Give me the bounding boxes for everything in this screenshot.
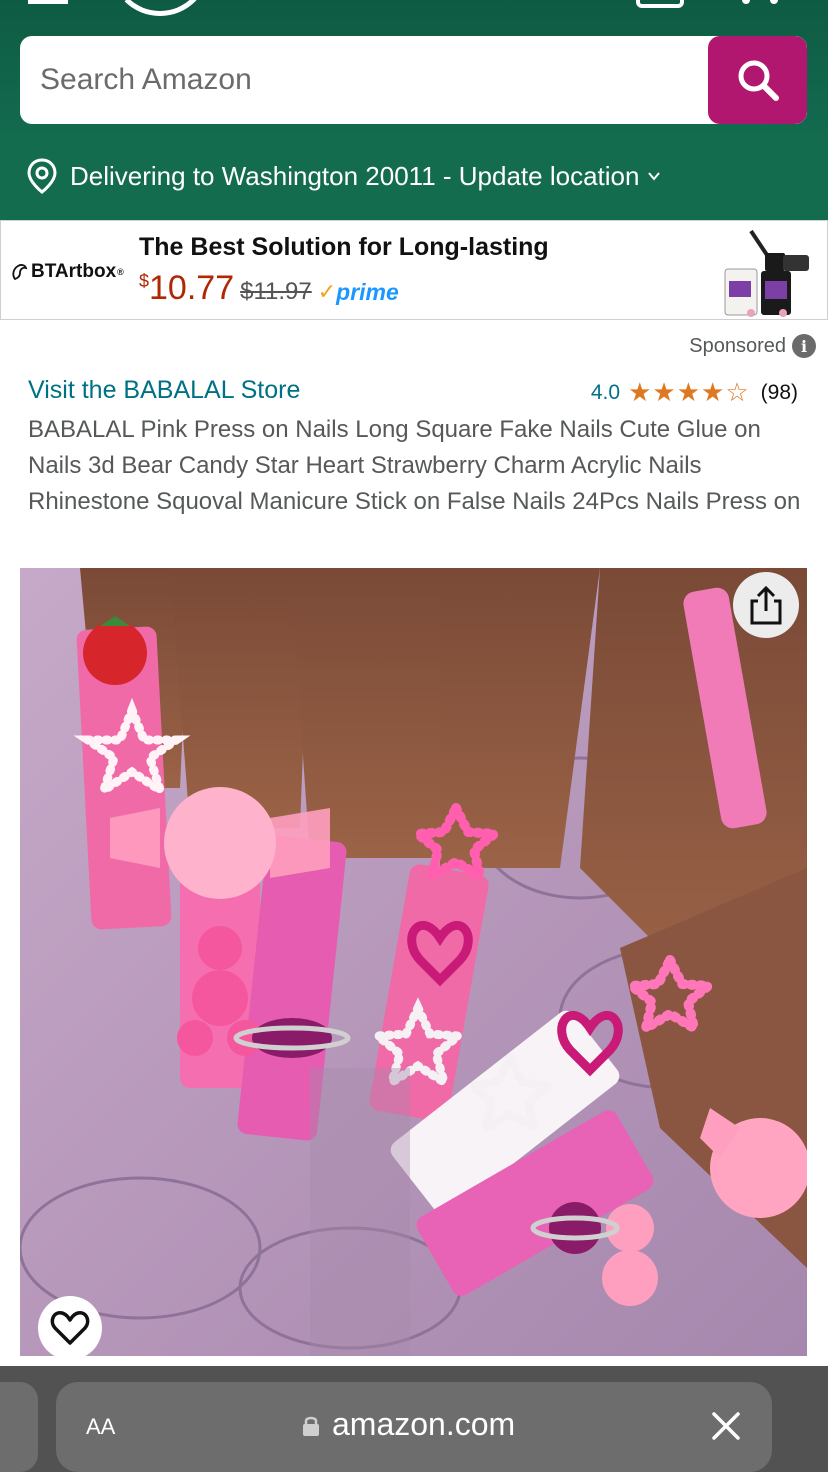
text-size-button[interactable]: AA bbox=[86, 1408, 115, 1442]
product-title: BABALAL Pink Press on Nails Long Square … bbox=[28, 416, 801, 515]
store-link[interactable]: Visit the BABALAL Store bbox=[28, 376, 300, 405]
previous-tab[interactable] bbox=[0, 1382, 38, 1472]
close-icon[interactable] bbox=[708, 1408, 744, 1444]
search-button[interactable] bbox=[708, 36, 807, 124]
prime-label: prime bbox=[336, 278, 399, 305]
ad-product-image bbox=[721, 225, 813, 317]
rating[interactable]: 4.0 ★ ★ ★ ★ ☆ (98) bbox=[591, 380, 798, 406]
amazon-product-page: Delivering to Washington 20011 - Update … bbox=[0, 0, 828, 1472]
menu-icon[interactable] bbox=[28, 0, 68, 4]
sponsored-ad-banner[interactable]: BTArtbox ® The Best Solution for Long-las… bbox=[0, 220, 828, 320]
brand-logo-icon bbox=[12, 264, 28, 281]
more-icon[interactable] bbox=[742, 0, 782, 6]
search-icon bbox=[738, 60, 779, 101]
delivery-location-bar[interactable]: Delivering to Washington 20011 - Update … bbox=[0, 132, 828, 220]
chevron-down-icon bbox=[648, 172, 661, 181]
wishlist-button[interactable] bbox=[38, 1296, 102, 1356]
share-icon bbox=[750, 585, 782, 625]
text-size-label: AA bbox=[86, 1414, 116, 1439]
star-icon: ★ bbox=[628, 378, 652, 408]
ad-price: $ 10.77 $11.97 ✓ prime bbox=[139, 269, 399, 308]
search-bar bbox=[20, 36, 807, 124]
nails-photo bbox=[20, 568, 807, 1356]
prime-check-icon: ✓ bbox=[317, 279, 337, 304]
ad-brand-logo: BTArtbox ® bbox=[9, 261, 124, 283]
heart-icon bbox=[50, 1311, 90, 1345]
product-image[interactable] bbox=[20, 568, 807, 1356]
sponsored-text: Sponsored bbox=[689, 334, 786, 357]
browser-toolbar: AA amazon.com bbox=[0, 1366, 828, 1472]
cart-icon[interactable] bbox=[636, 0, 684, 8]
review-count: (98) bbox=[760, 381, 798, 404]
star-empty-icon: ☆ bbox=[725, 378, 749, 408]
star-icon: ★ bbox=[652, 378, 676, 408]
rating-value: 4.0 bbox=[590, 381, 621, 404]
location-text: Delivering to Washington 20011 - Update … bbox=[70, 160, 640, 191]
url-display[interactable]: amazon.com bbox=[302, 1406, 515, 1443]
sponsored-label[interactable]: Sponsored i bbox=[689, 334, 816, 358]
location-pin-icon bbox=[27, 158, 57, 194]
ad-brand-name: BTArtbox bbox=[31, 261, 117, 282]
ad-price-amount: 10.77 bbox=[149, 269, 235, 307]
share-button[interactable] bbox=[733, 572, 799, 638]
header bbox=[0, 0, 828, 132]
star-icon: ★ bbox=[676, 378, 701, 408]
url-text: amazon.com bbox=[332, 1406, 516, 1442]
amazon-logo[interactable] bbox=[110, 0, 210, 16]
address-bar[interactable]: AA amazon.com bbox=[56, 1382, 772, 1472]
info-icon[interactable]: i bbox=[792, 334, 816, 358]
star-rating: ★ ★ ★ ★ ☆ bbox=[628, 380, 749, 406]
search-input[interactable] bbox=[20, 36, 708, 124]
star-icon: ★ bbox=[701, 378, 725, 408]
ad-price-currency: $ bbox=[139, 271, 150, 291]
lock-icon bbox=[303, 1416, 319, 1436]
ad-old-price: $11.97 bbox=[240, 278, 312, 305]
prime-badge: ✓ prime bbox=[318, 279, 399, 306]
ad-title: The Best Solution for Long-lasting bbox=[139, 233, 549, 261]
